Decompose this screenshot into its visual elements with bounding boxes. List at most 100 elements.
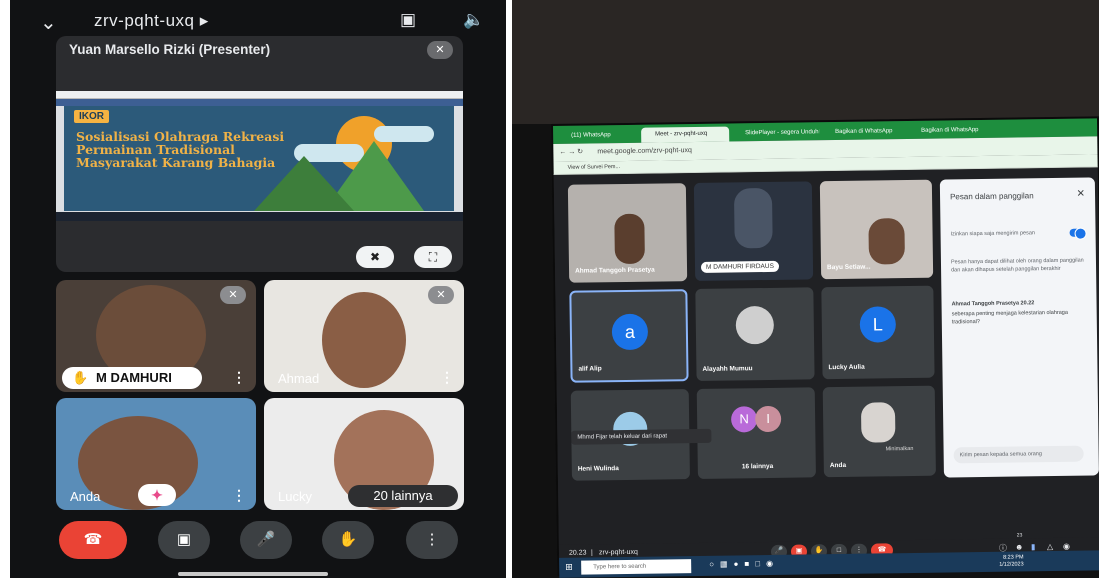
clock-time: 8:23 PM <box>1003 554 1024 561</box>
raise-hand-button[interactable]: ✋ <box>322 521 374 559</box>
tile-name: 16 lainnya <box>741 462 774 471</box>
chat-input[interactable]: Kirim pesan kepada semua orang <box>953 445 1084 464</box>
meeting-code-text: zrv-pqht-uxq <box>94 11 195 30</box>
meet-tile[interactable]: L Lucky Aulia <box>821 285 935 380</box>
lock-icon[interactable]: ◉ <box>1063 542 1070 551</box>
participant-tile-m-damhuri[interactable]: ✕ ✋ M DAMHURI ⋮ <box>56 280 256 392</box>
bookmark-item[interactable]: View of Survei Pem... <box>568 164 621 171</box>
allow-messages-toggle[interactable] <box>1069 228 1086 237</box>
video-button[interactable]: ▣ <box>158 521 210 559</box>
sender-name: Ahmad Tanggoh Prasetya <box>951 300 1020 308</box>
phone-meet-screen: ⌄ zrv-pqht-uxq ▸ ▣ 🔈 Yuan Marsello Rizki… <box>10 0 506 578</box>
raise-hand-icon: ✋ <box>72 370 89 385</box>
participant-name: Anda <box>70 489 101 504</box>
meet-tile[interactable]: a alif Alip <box>569 289 689 383</box>
mic-icon: 🎤 <box>256 531 276 548</box>
presenter-label: Yuan Marsello Rizki (Presenter) <box>69 42 271 57</box>
avatar: I <box>754 405 782 433</box>
sparkle-icon[interactable]: ✦ <box>138 484 176 506</box>
participant-tile-lucky[interactable]: Lucky 20 lainnya <box>264 398 464 510</box>
laptop-photo: (11) WhatsApp Meet - zrv-pqht-uxq SlideP… <box>512 0 1099 578</box>
slide-title: Sosialisasi Olahraga Rekreasi Permainan … <box>76 129 285 170</box>
activities-icon[interactable]: △ <box>1047 542 1053 551</box>
browser-tab[interactable]: Bagikan di WhatsApp <box>821 124 905 140</box>
more-vert-icon[interactable]: ⋮ <box>440 369 454 386</box>
chat-sender: Ahmad Tanggoh Prasetya 20.22 <box>952 300 1035 309</box>
slide-taskbar <box>56 212 463 221</box>
camera-flip-icon[interactable]: ▣ <box>400 10 416 30</box>
tile-name: Alayahh Mumuu <box>702 365 753 373</box>
meet-tile[interactable]: Ahmad Tanggoh Prasetya <box>567 183 688 283</box>
slide-toolbar <box>56 99 463 106</box>
more-options-button[interactable]: ⋮ <box>406 521 458 559</box>
taskbar-search[interactable]: Type here to search <box>581 559 692 575</box>
mic-off-icon: ✕ <box>428 286 454 304</box>
participant-video <box>614 213 645 265</box>
shared-slide: IKOR Sosialisasi Olahraga Rekreasi Perma… <box>56 91 463 221</box>
chat-message: seberapa penting menjaga kelestarian ola… <box>951 309 1068 325</box>
avatar: N <box>730 406 758 433</box>
meet-grid: Ahmad Tanggoh Prasetya M DAMHURI FIRDAUS… <box>553 167 1099 545</box>
top-bar: ⌄ zrv-pqht-uxq ▸ ▣ 🔈 <box>10 8 506 36</box>
meet-tile[interactable]: M DAMHURI FIRDAUS <box>693 181 814 282</box>
chat-icon[interactable]: ▮ <box>1031 542 1036 551</box>
participant-tile-ahmad[interactable]: ✕ Ahmad ⋮ <box>264 280 464 392</box>
leave-toast: Mhmd Fijar telah keluar dari rapat <box>571 428 712 445</box>
slide-artwork: IKOR Sosialisasi Olahraga Rekreasi Perma… <box>64 106 454 211</box>
meet-tile[interactable]: Anda Minimalkan <box>822 385 936 478</box>
windows-start-icon[interactable]: ⊞ <box>565 562 573 573</box>
home-indicator <box>178 572 328 576</box>
tile-name: Heni Wulinda <box>577 465 619 473</box>
pin-off-icon[interactable]: ✖ <box>356 246 394 268</box>
url-text[interactable]: meet.google.com/zrv-pqht-uxq <box>597 142 692 161</box>
clock-date: 1/12/2023 <box>999 561 1024 568</box>
end-call-button[interactable]: ☎ <box>59 521 127 559</box>
meeting-code[interactable]: zrv-pqht-uxq ▸ <box>94 11 209 31</box>
meet-tile[interactable]: N I 16 lainnya <box>696 387 816 479</box>
participant-name: Lucky <box>278 489 312 504</box>
mic-button[interactable]: 🎤 <box>240 521 292 559</box>
participant-name: M DAMHURI <box>96 370 172 385</box>
slide-window-bar <box>56 91 463 99</box>
tile-name: M DAMHURI FIRDAUS <box>700 260 779 273</box>
more-vert-icon[interactable]: ⋮ <box>232 369 246 386</box>
footer-time: 20.23 <box>568 549 587 557</box>
participant-video <box>868 218 905 265</box>
more-vert-icon: ⋮ <box>424 531 440 548</box>
footer-code: zrv-pqht-uxq <box>598 548 638 557</box>
chat-notice: Pesan hanya dapat dilihat oleh orang dal… <box>950 257 1084 273</box>
laptop-screen: (11) WhatsApp Meet - zrv-pqht-uxq SlideP… <box>551 116 1099 578</box>
browser-tab[interactable]: SlidePlayer - segera Unduh! <box>731 125 819 141</box>
participant-tile-anda[interactable]: Anda ✦ ⋮ <box>56 398 256 510</box>
ikor-logo: IKOR <box>74 110 109 123</box>
browser-tab-active[interactable]: Meet - zrv-pqht-uxq <box>641 126 730 143</box>
speaker-icon[interactable]: 🔈 <box>463 10 484 30</box>
cloud-illustration <box>374 126 434 142</box>
close-icon[interactable]: ✕ <box>1077 189 1086 200</box>
tile-name: Ahmad Tanggoh Prasetya <box>575 266 655 275</box>
taskbar-apps-icon[interactable]: ○▦●■□◉ <box>709 559 779 569</box>
chat-title: Pesan dalam panggilan <box>949 191 1034 202</box>
back-icon[interactable]: ← → ↻ <box>559 144 583 162</box>
meet-tile[interactable]: Bayu Setiaw... <box>819 179 934 280</box>
meet-tile[interactable]: Alayahh Mumuu <box>695 287 815 381</box>
minimize-button[interactable]: Minimalkan <box>886 446 914 452</box>
raise-hand-icon: ✋ <box>338 531 358 548</box>
fullscreen-icon[interactable]: ⛶ <box>414 246 452 268</box>
avatar: L <box>859 306 897 343</box>
participant-video <box>733 187 773 249</box>
tile-name: Lucky Aulia <box>828 363 865 372</box>
people-icon[interactable]: ☻ <box>1015 542 1024 551</box>
tile-name: alif Alip <box>578 365 602 373</box>
chevron-down-icon[interactable]: ⌄ <box>40 10 57 35</box>
mic-off-icon: ✕ <box>427 41 453 59</box>
avatar <box>735 305 775 345</box>
browser-tab[interactable]: (11) WhatsApp <box>557 128 639 144</box>
participant-video <box>860 402 896 443</box>
tile-name: Bayu Setiaw... <box>826 263 871 272</box>
participant-video <box>322 292 406 388</box>
more-participants-badge[interactable]: 20 lainnya <box>348 485 458 507</box>
more-vert-icon[interactable]: ⋮ <box>232 487 246 504</box>
hand-raised-badge: ✋ M DAMHURI <box>62 367 202 389</box>
browser-tab[interactable]: Bagikan di WhatsApp <box>907 123 991 139</box>
